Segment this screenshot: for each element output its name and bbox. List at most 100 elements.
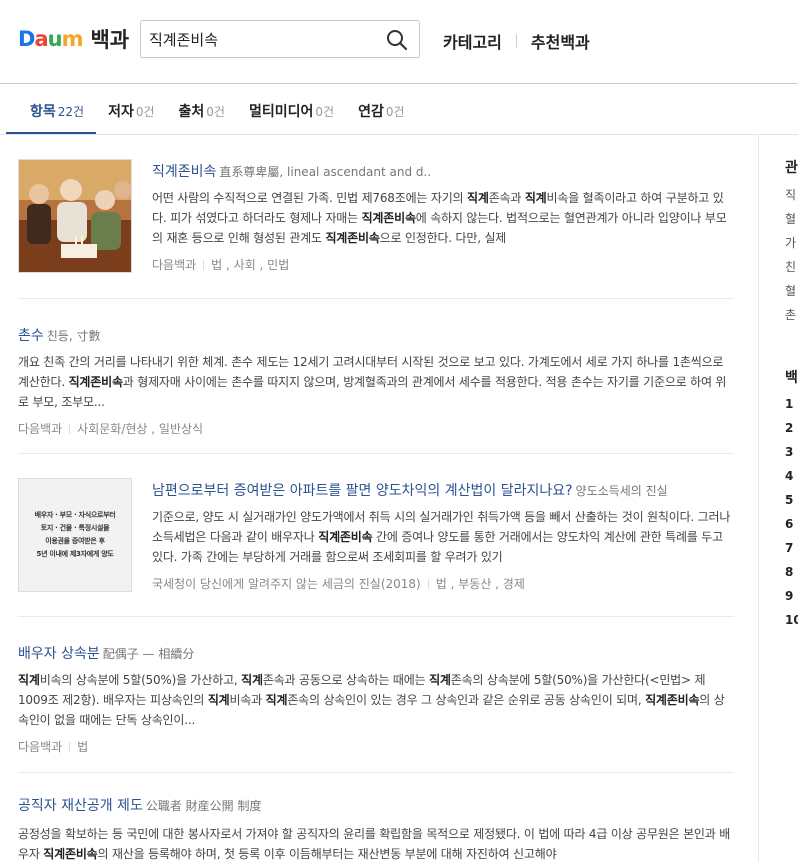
keyword-highlight: 직계 (207, 693, 230, 707)
related-item[interactable]: 혈 (785, 210, 796, 227)
result-body: 남편으로부터 증여받은 아파트를 팔면 양도차익의 계산법이 달라지나요? 양도소… (152, 480, 734, 592)
nav-category[interactable]: 카테고리 (443, 29, 502, 53)
result-title-line: 배우자 상속분 配偶子 — 相續分 (18, 643, 734, 663)
thumbnail-line: 5년 이내에 제3자에게 양도 (36, 550, 114, 558)
result-title-line: 공직자 재산공개 제도 公職者 財産公開 制度 (18, 795, 734, 815)
thumbnail-text: 배우자 · 부모 · 자식으로부터 토지 · 건물 · 특정시설물 이용권을 증… (35, 509, 116, 561)
result-title[interactable]: 공직자 재산공개 제도 (18, 798, 143, 814)
nav-recommend[interactable]: 추천백과 (531, 29, 590, 53)
list-item: 공직자 재산공개 제도 公職者 財産公開 制度 공정성을 확보하는 등 국민에 대… (18, 773, 734, 862)
result-thumbnail[interactable] (18, 159, 132, 273)
logo-letter: m (61, 27, 84, 51)
tab-label: 연감 (358, 104, 384, 120)
search-icon[interactable] (385, 28, 409, 52)
result-title-line: 직계존비속 直系尊卑屬, lineal ascendant and d.. (152, 161, 734, 181)
result-title[interactable]: 남편으로부터 증여받은 아파트를 팔면 양도차익의 계산법이 달라지나요? (152, 483, 573, 499)
result-meta: 다음백과 사회문화/현상 , 일반상식 (18, 420, 734, 437)
result-category[interactable]: 법 , 부동산 , 경제 (436, 575, 525, 592)
tab-label: 출처 (178, 104, 205, 120)
ranking-number[interactable]: 4 (785, 469, 793, 483)
tab-yearbook[interactable]: 연감 0건 (358, 98, 404, 134)
result-category[interactable]: 사회문화/현상 , 일반상식 (77, 420, 203, 437)
tab-items[interactable]: 항목 22건 (5, 98, 97, 134)
result-subtitle: 配偶子 — 相續分 (102, 647, 195, 661)
tab-count: 22건 (57, 105, 85, 119)
tab-count: 0건 (385, 105, 405, 119)
result-subtitle: 公職者 財産公開 制度 (145, 799, 262, 813)
result-subtitle: 直系尊卑屬, lineal ascendant and d.. (219, 165, 432, 179)
ranking-number[interactable]: 8 (785, 565, 793, 579)
related-item[interactable]: 촌 (785, 306, 796, 323)
search-box (140, 20, 420, 58)
result-body: 공직자 재산공개 제도 公職者 財産公開 制度 공정성을 확보하는 등 국민에 대… (18, 795, 734, 862)
keyword-highlight: 직계 (429, 673, 451, 687)
related-item[interactable]: 혈 (785, 282, 796, 299)
result-description: 공정성을 확보하는 등 국민에 대한 봉사자로서 가져야 할 공직자의 윤리를 … (18, 827, 731, 861)
result-source[interactable]: 다음백과 (152, 256, 196, 273)
tab-count: 0건 (315, 105, 335, 119)
meta-divider (69, 741, 71, 752)
keyword-highlight: 직계 (524, 191, 547, 205)
tab-label: 항목 (30, 104, 56, 120)
related-item[interactable]: 직 (785, 186, 796, 203)
result-category[interactable]: 법 , 사회 , 민법 (211, 256, 289, 273)
tab-authors[interactable]: 저자 0건 (108, 98, 154, 134)
daum-logo[interactable]: D a u m 백과 (18, 26, 129, 52)
tab-count: 0건 (206, 105, 225, 119)
keyword-highlight: 직계존비속 (68, 375, 123, 389)
related-heading: 관 (785, 160, 798, 176)
ranking-number[interactable]: 10 (785, 613, 798, 627)
result-source[interactable]: 국세청이 당신에게 알려주지 않는 세금의 진실(2018) (152, 575, 421, 592)
result-list: 직계존비속 直系尊卑屬, lineal ascendant and d.. 어떤 … (18, 135, 734, 862)
ranking-heading: 백 (785, 370, 798, 386)
list-item: 직계존비속 直系尊卑屬, lineal ascendant and d.. 어떤 … (18, 135, 734, 299)
result-title[interactable]: 촌수 (18, 328, 44, 344)
list-item: 촌수 친등, 寸數 개요 친족 간의 거리를 나타내기 위한 체계. 촌수 제도는… (18, 299, 734, 454)
ranking-number[interactable]: 9 (785, 589, 793, 603)
ranking-number[interactable]: 5 (785, 493, 793, 507)
tab-multimedia[interactable]: 멀티미디어 0건 (249, 98, 334, 134)
tab-sources[interactable]: 출처 0건 (179, 98, 225, 134)
result-title[interactable]: 배우자 상속분 (18, 646, 100, 662)
result-body: 직계존비속 直系尊卑屬, lineal ascendant and d.. 어떤 … (152, 161, 734, 273)
result-source[interactable]: 다음백과 (18, 420, 62, 437)
search-input[interactable] (149, 27, 379, 51)
thumbnail-line: 배우자 · 부모 · 자식으로부터 (34, 511, 116, 519)
ranking-number[interactable]: 3 (785, 445, 793, 459)
ranking-number[interactable]: 7 (785, 541, 793, 555)
ranking-number[interactable]: 1 (785, 397, 793, 411)
result-description: 개요 친족 간의 거리를 나타내기 위한 체계. 촌수 제도는 12세기 고려시… (18, 355, 727, 409)
result-description: 직계비속의 상속분에 5할(50%)을 가산하고, 직계존속과 공동으로 상속하… (18, 673, 725, 727)
meta-divider (69, 423, 71, 434)
result-title-line: 촌수 친등, 寸數 (18, 325, 734, 345)
result-category[interactable]: 법 (77, 738, 88, 755)
result-description: 어떤 사람의 수직적으로 연결된 가족. 민법 제768조에는 자기의 직계존속… (152, 191, 727, 245)
right-panel: 관 직 혈 가 친 혈 촌 백 1 2 3 4 5 6 7 8 9 10 (758, 135, 798, 862)
keyword-highlight: 직계존비속 (361, 211, 416, 225)
keyword-highlight: 직계 (241, 673, 263, 687)
result-title-line: 남편으로부터 증여받은 아파트를 팔면 양도차익의 계산법이 달라지나요? 양도소… (152, 480, 734, 500)
result-meta: 국세청이 당신에게 알려주지 않는 세금의 진실(2018) 법 , 부동산 , … (152, 575, 734, 592)
result-body: 촌수 친등, 寸數 개요 친족 간의 거리를 나타내기 위한 체계. 촌수 제도는… (18, 325, 734, 437)
keyword-highlight: 직계 (467, 191, 489, 205)
result-meta: 다음백과 법 (18, 738, 734, 755)
thumbnail-line: 이용권을 증여받은 후 (45, 537, 105, 545)
list-item: 배우자 · 부모 · 자식으로부터 토지 · 건물 · 특정시설물 이용권을 증… (18, 454, 734, 617)
keyword-highlight: 직계 (265, 693, 288, 707)
ranking-number[interactable]: 6 (785, 517, 793, 531)
meta-divider (427, 578, 429, 589)
tab-label: 저자 (108, 104, 134, 120)
keyword-highlight: 직계존비속 (645, 693, 700, 707)
result-tabs: 항목 22건 저자 0건 출처 0건 멀티미디어 0건 연감 0건 (5, 98, 429, 134)
meta-divider (203, 259, 205, 270)
result-body: 배우자 상속분 配偶子 — 相續分 직계비속의 상속분에 5할(50%)을 가산하… (18, 643, 734, 755)
related-item[interactable]: 가 (785, 234, 796, 251)
result-source[interactable]: 다음백과 (18, 738, 62, 755)
tab-label: 멀티미디어 (248, 104, 314, 120)
result-thumbnail[interactable]: 배우자 · 부모 · 자식으로부터 토지 · 건물 · 특정시설물 이용권을 증… (18, 478, 132, 592)
list-item: 배우자 상속분 配偶子 — 相續分 직계비속의 상속분에 5할(50%)을 가산하… (18, 617, 734, 773)
ranking-number[interactable]: 2 (785, 421, 793, 435)
logo-letter: a (34, 27, 48, 51)
related-item[interactable]: 친 (785, 258, 796, 275)
result-title[interactable]: 직계존비속 (152, 164, 216, 180)
